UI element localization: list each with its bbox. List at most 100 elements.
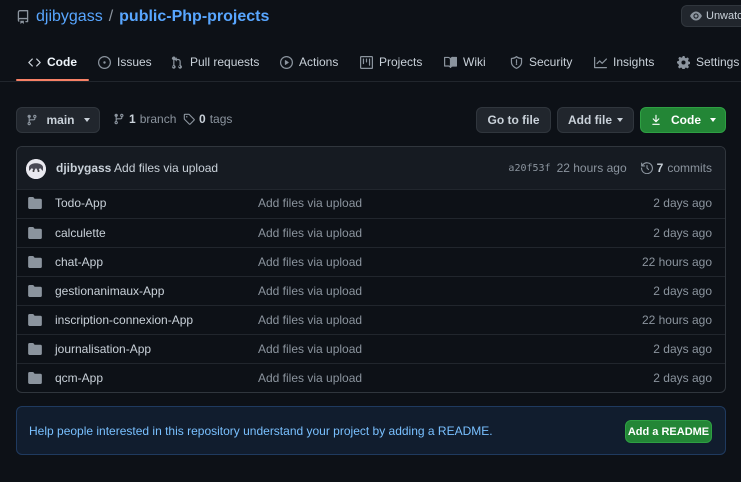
add-readme-label: Add a README bbox=[627, 425, 710, 438]
commit-author-link[interactable]: djibygass bbox=[56, 161, 111, 175]
add-file-button[interactable]: Add file bbox=[557, 107, 634, 133]
chevron-down-icon bbox=[83, 118, 90, 122]
tab-label: Pull requests bbox=[190, 55, 260, 69]
tab-security[interactable]: Security bbox=[510, 44, 572, 80]
unwatch-label: Unwatch bbox=[706, 10, 741, 22]
repo-name-link[interactable]: public-Php-projects bbox=[119, 8, 269, 26]
tab-actions[interactable]: Actions bbox=[280, 44, 338, 80]
file-name-link[interactable]: gestionanimaux-App bbox=[55, 284, 164, 298]
file-age: 2 days ago bbox=[653, 226, 712, 240]
file-age: 2 days ago bbox=[653, 371, 712, 385]
chevron-down-icon bbox=[710, 118, 716, 122]
tab-pull-requests[interactable]: Pull requests bbox=[171, 44, 259, 80]
commit-word: commits bbox=[667, 161, 712, 175]
code-download-button[interactable]: Code bbox=[640, 107, 726, 133]
tab-label: Projects bbox=[379, 55, 423, 69]
file-name-link[interactable]: chat-App bbox=[55, 255, 103, 269]
tab-insights[interactable]: Insights bbox=[594, 44, 654, 80]
tab-label: Actions bbox=[299, 55, 339, 69]
table-row[interactable]: chat-App Add files via upload 22 hours ago bbox=[17, 247, 725, 276]
commits-link[interactable]: 7 commits bbox=[640, 161, 712, 175]
table-row[interactable]: gestionanimaux-App Add files via upload 2 … bbox=[17, 276, 725, 305]
readme-prompt-text: Help people interested in this repositor… bbox=[29, 424, 493, 438]
tab-projects[interactable]: Projects bbox=[360, 44, 422, 80]
file-commit-message-link[interactable]: Add files via upload bbox=[258, 371, 362, 385]
table-row[interactable]: calculette Add files via upload 2 days ago bbox=[17, 218, 725, 247]
file-age: 2 days ago bbox=[653, 196, 712, 210]
file-commit-message-link[interactable]: Add files via upload bbox=[258, 313, 362, 327]
file-name-link[interactable]: journalisation-App bbox=[55, 342, 151, 356]
avatar[interactable] bbox=[26, 159, 46, 179]
pull-request-icon bbox=[171, 56, 182, 69]
eye-icon bbox=[690, 11, 702, 21]
tag-icon bbox=[183, 113, 195, 125]
file-commit-message-link[interactable]: Add files via upload bbox=[258, 284, 362, 298]
add-readme-button[interactable]: Add a README bbox=[625, 420, 712, 443]
branch-select-button[interactable]: main bbox=[16, 107, 100, 133]
tab-label: Insights bbox=[613, 55, 655, 69]
tab-label: Wiki bbox=[463, 55, 486, 69]
tab-settings[interactable]: Settings bbox=[677, 44, 739, 80]
folder-icon bbox=[28, 227, 42, 239]
tag-word: tags bbox=[209, 112, 233, 126]
issue-icon bbox=[98, 55, 111, 69]
table-row[interactable]: inscription-connexion-App Add files via u… bbox=[17, 305, 725, 334]
readme-banner: Help people interested in this repositor… bbox=[16, 406, 726, 455]
file-commit-message-link[interactable]: Add files via upload bbox=[258, 196, 362, 210]
folder-icon bbox=[28, 343, 42, 355]
tab-label: Code bbox=[47, 55, 77, 69]
repo-icon bbox=[17, 10, 29, 24]
branches-link[interactable]: 1 branch bbox=[113, 112, 176, 126]
tab-label: Security bbox=[529, 55, 573, 69]
chevron-down-icon bbox=[617, 118, 623, 122]
commit-meta: a20f53f 22 hours ago 7 commits bbox=[508, 161, 712, 175]
tag-count: 0 bbox=[199, 112, 206, 126]
commit-count: 7 bbox=[656, 161, 664, 175]
repo-owner-link[interactable]: djibygass bbox=[36, 8, 103, 26]
file-commit-message-link[interactable]: Add files via upload bbox=[258, 226, 362, 240]
folder-icon bbox=[28, 314, 42, 326]
tab-code[interactable]: Code bbox=[16, 44, 89, 81]
tags-link[interactable]: 0 tags bbox=[183, 112, 232, 126]
table-row[interactable]: journalisation-App Add files via upload 2 … bbox=[17, 334, 725, 363]
table-row[interactable]: Todo-App Add files via upload 2 days ago bbox=[17, 189, 725, 218]
file-age: 2 days ago bbox=[653, 284, 712, 298]
file-name-link[interactable]: calculette bbox=[55, 226, 106, 240]
folder-icon bbox=[28, 372, 42, 384]
repo-title: djibygass / public-Php-projects bbox=[16, 8, 269, 26]
play-icon bbox=[280, 55, 293, 69]
table-row[interactable]: qcm-App Add files via upload 2 days ago bbox=[17, 363, 725, 392]
add-file-label: Add file bbox=[568, 113, 612, 127]
folder-icon bbox=[28, 256, 42, 268]
history-icon bbox=[640, 162, 653, 174]
file-name-link[interactable]: inscription-connexion-App bbox=[55, 313, 193, 327]
project-icon bbox=[360, 55, 373, 69]
book-icon bbox=[444, 56, 457, 68]
code-icon bbox=[28, 57, 41, 67]
repo-separator: / bbox=[108, 8, 114, 25]
tab-issues[interactable]: Issues bbox=[98, 44, 152, 80]
branch-icon bbox=[114, 113, 124, 125]
file-commit-message-link[interactable]: Add files via upload bbox=[258, 342, 362, 356]
branch-icon bbox=[27, 114, 37, 126]
tab-wiki[interactable]: Wiki bbox=[444, 44, 486, 80]
commit-time: 22 hours ago bbox=[556, 161, 627, 175]
branch-name: main bbox=[46, 113, 75, 127]
graph-icon bbox=[594, 56, 607, 68]
commit-sha-link[interactable]: a20f53f bbox=[508, 163, 550, 174]
unwatch-button[interactable]: Unwatch bbox=[681, 5, 741, 27]
file-commit-message-link[interactable]: Add files via upload bbox=[258, 255, 362, 269]
commit-message: djibygass Add files via upload bbox=[56, 161, 218, 175]
file-browser: djibygass Add files via upload a20f53f 2… bbox=[16, 146, 726, 393]
download-icon bbox=[652, 114, 660, 125]
go-to-file-label: Go to file bbox=[487, 113, 540, 127]
file-age: 2 days ago bbox=[653, 342, 712, 356]
file-name-link[interactable]: Todo-App bbox=[55, 196, 106, 210]
branch-count: 1 bbox=[129, 112, 136, 126]
tab-label: Issues bbox=[117, 55, 152, 69]
file-name-link[interactable]: qcm-App bbox=[55, 371, 103, 385]
folder-icon bbox=[28, 285, 42, 297]
commit-title-link[interactable]: Add files via upload bbox=[114, 161, 218, 175]
go-to-file-button[interactable]: Go to file bbox=[476, 107, 551, 133]
code-button-label: Code bbox=[671, 113, 701, 127]
